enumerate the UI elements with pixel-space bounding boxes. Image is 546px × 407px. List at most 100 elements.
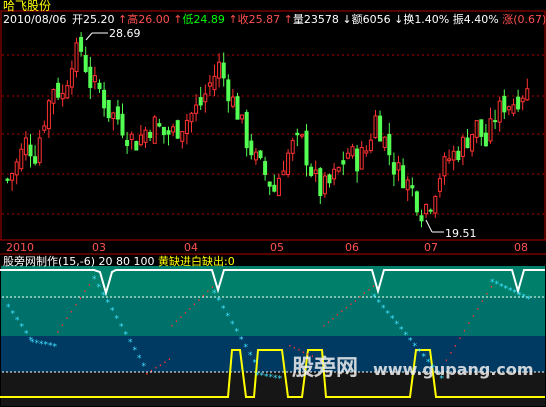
red-dot: · bbox=[163, 355, 167, 369]
candle-body bbox=[184, 119, 189, 135]
red-dot: · bbox=[74, 298, 78, 312]
red-dot: · bbox=[206, 285, 210, 299]
time-label-03: 03 bbox=[92, 241, 106, 254]
candlestick-series bbox=[5, 32, 530, 233]
candle-body bbox=[240, 114, 245, 120]
candle-body bbox=[286, 152, 291, 176]
low-label: 低 bbox=[182, 13, 194, 26]
red-dot: · bbox=[184, 306, 188, 320]
red-dot: · bbox=[83, 285, 87, 299]
red-dot: · bbox=[154, 361, 158, 375]
candle-body bbox=[368, 139, 373, 152]
candle-body bbox=[235, 96, 240, 120]
high-value: 26.00 bbox=[138, 13, 170, 26]
candle-body bbox=[267, 181, 272, 187]
red-dot: · bbox=[349, 297, 353, 311]
red-dot: · bbox=[202, 289, 206, 303]
max-pointer bbox=[85, 32, 93, 41]
red-dot: · bbox=[458, 331, 462, 345]
candle-body bbox=[28, 144, 33, 157]
kline-chart[interactable]: ******* * * * * *· · · · · · · · ·************· · · · · ··… bbox=[0, 0, 546, 407]
candle-body bbox=[175, 120, 180, 139]
indicator-title: 股旁网制作(15,-6) 20 80 100 黄缺进白缺出:0 bbox=[3, 255, 235, 268]
candle-body bbox=[391, 162, 396, 175]
candle-body bbox=[281, 170, 286, 176]
candle-body bbox=[212, 75, 217, 91]
watermark-logo: 股旁网 bbox=[292, 356, 359, 381]
time-label-06: 06 bbox=[345, 241, 359, 254]
candle-body bbox=[488, 118, 493, 142]
candle-body bbox=[171, 126, 176, 133]
time-label-05: 05 bbox=[270, 241, 284, 254]
candle-body bbox=[378, 115, 383, 142]
candle-body bbox=[148, 131, 153, 138]
candle-body bbox=[502, 95, 507, 113]
candle-body bbox=[65, 85, 70, 99]
close-label: 收 bbox=[237, 13, 249, 26]
candle-body bbox=[102, 89, 107, 109]
cyan-dot: * bbox=[526, 295, 531, 305]
candle-body bbox=[345, 152, 350, 159]
cyan-dot: * bbox=[278, 375, 283, 385]
candle-body bbox=[217, 61, 222, 79]
candle-body bbox=[511, 104, 516, 114]
candle-body bbox=[276, 177, 281, 197]
candle-body bbox=[336, 166, 341, 172]
red-dot: · bbox=[168, 353, 172, 367]
red-dot: · bbox=[336, 308, 340, 322]
header-date: 2010/08/06 bbox=[3, 13, 67, 26]
candle-body bbox=[442, 156, 447, 177]
cyan-dot: * bbox=[253, 359, 258, 369]
signal-value: 0 bbox=[227, 255, 235, 268]
red-dot: · bbox=[467, 317, 471, 331]
amount-label: 额 bbox=[351, 13, 363, 26]
candle-body bbox=[157, 123, 162, 127]
candle-body bbox=[69, 68, 74, 88]
candle-body bbox=[465, 137, 470, 149]
candle-body bbox=[97, 82, 102, 90]
signal-label: 黄缺进白缺出: bbox=[158, 255, 228, 268]
candle-body bbox=[51, 88, 56, 104]
candle-body bbox=[221, 62, 226, 79]
time-label-04: 04 bbox=[184, 241, 198, 254]
close-value: 25.87 bbox=[248, 13, 281, 26]
candle-body bbox=[88, 66, 93, 88]
candle-body bbox=[516, 96, 521, 110]
red-dot: · bbox=[358, 290, 362, 304]
red-dot: · bbox=[463, 324, 467, 338]
candle-body bbox=[387, 133, 392, 156]
candle-body bbox=[428, 209, 433, 212]
candle-body bbox=[23, 137, 28, 156]
candle-body bbox=[419, 215, 424, 222]
low-value: 24.89 bbox=[193, 13, 225, 26]
candle-body bbox=[10, 172, 15, 181]
candle-body bbox=[37, 137, 42, 163]
red-dot: · bbox=[293, 341, 297, 355]
red-dot: · bbox=[331, 312, 335, 326]
candle-body bbox=[92, 75, 97, 83]
candle-body bbox=[355, 148, 360, 172]
candle-body bbox=[474, 120, 479, 138]
volume-label: 量 bbox=[292, 13, 304, 26]
candle-body bbox=[327, 174, 332, 184]
candle-body bbox=[258, 150, 263, 159]
candle-body bbox=[115, 106, 120, 120]
candle-body bbox=[253, 151, 258, 161]
candle-body bbox=[295, 132, 300, 136]
candle-body bbox=[405, 179, 410, 191]
red-dot: · bbox=[188, 302, 192, 316]
time-label-07: 07 bbox=[424, 241, 438, 254]
candle-body bbox=[520, 97, 525, 103]
candle-body bbox=[203, 93, 208, 103]
candle-body bbox=[525, 88, 530, 101]
red-dot: · bbox=[56, 325, 60, 339]
candle-body bbox=[152, 116, 157, 144]
red-dot: · bbox=[472, 309, 476, 323]
candle-body bbox=[194, 104, 199, 114]
candle-body bbox=[304, 130, 309, 166]
cyan-dot: * bbox=[53, 343, 58, 353]
candle-body bbox=[410, 185, 415, 189]
volume-value: 23578 bbox=[303, 13, 339, 26]
candle-body bbox=[382, 136, 387, 148]
candle-body bbox=[313, 169, 318, 175]
